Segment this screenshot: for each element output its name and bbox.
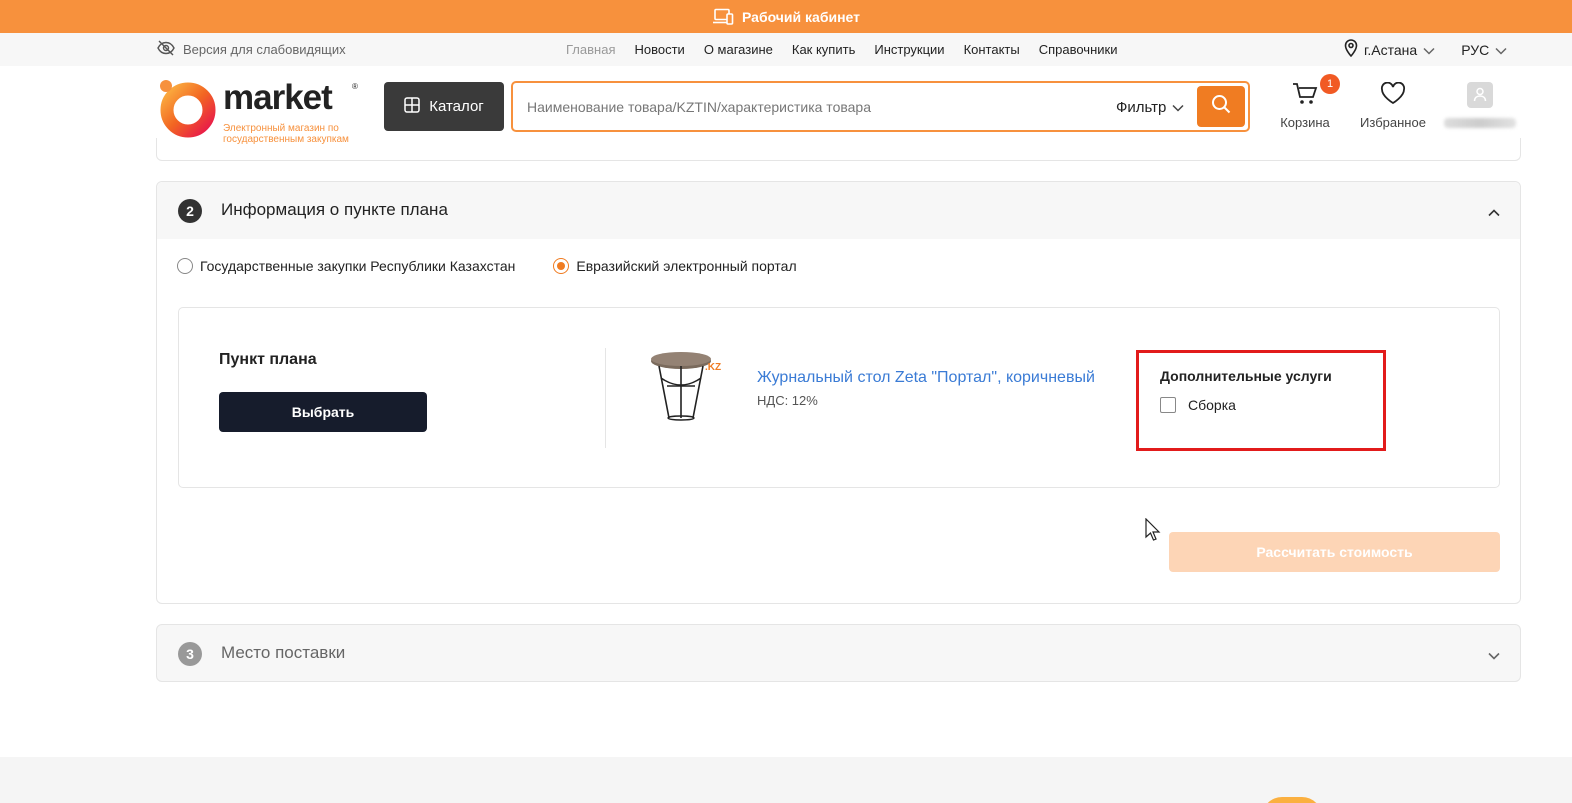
catalog-label: Каталог xyxy=(429,98,484,115)
procurement-source-radios: Государственные закупки Республики Казах… xyxy=(177,258,797,274)
cart-button[interactable]: 1 Корзина xyxy=(1279,74,1340,130)
additional-services-box: Дополнительные услуги Сборка xyxy=(1136,350,1386,451)
nav-home[interactable]: Главная xyxy=(566,42,615,57)
divider xyxy=(605,348,606,448)
footer xyxy=(0,757,1572,803)
eye-off-icon xyxy=(157,40,175,59)
radio-circle xyxy=(177,258,193,274)
section-title: Место поставки xyxy=(221,643,346,662)
section-title: Информация о пункте плана xyxy=(221,200,448,219)
user-icon xyxy=(1472,86,1488,105)
utility-bar: Версия для слабовидящих Главная Новости … xyxy=(0,33,1572,66)
grid-icon xyxy=(404,96,420,117)
filter-dropdown[interactable]: Фильтр xyxy=(1116,95,1184,119)
cart-label: Корзина xyxy=(1280,115,1330,130)
logo-text: market xyxy=(223,78,333,117)
nav-news[interactable]: Новости xyxy=(634,42,684,57)
chevron-down-icon xyxy=(1423,42,1435,58)
cart-icon xyxy=(1292,83,1318,109)
heart-icon xyxy=(1380,81,1406,109)
services-title: Дополнительные услуги xyxy=(1160,368,1332,384)
logo-registered: ® xyxy=(352,82,358,91)
checkbox[interactable] xyxy=(1160,397,1176,413)
chevron-down-icon[interactable] xyxy=(1488,647,1500,665)
section-number: 3 xyxy=(178,642,202,666)
nav-how-to-buy[interactable]: Как купить xyxy=(792,42,855,57)
search-input[interactable] xyxy=(527,95,1087,119)
mouse-cursor-icon xyxy=(1145,517,1161,547)
section-number: 2 xyxy=(178,199,202,223)
cabinet-bar[interactable]: Рабочий кабинет xyxy=(0,0,1572,33)
section-header[interactable]: 2 Информация о пункте плана xyxy=(157,182,1520,239)
delivery-place-section[interactable]: 3 Место поставки xyxy=(156,624,1521,682)
product-image[interactable]: .KZ xyxy=(647,348,727,428)
radio-gov-procurement[interactable]: Государственные закупки Республики Казах… xyxy=(177,258,515,274)
location-pin-icon xyxy=(1344,39,1358,60)
locale-controls: г.Астана РУС xyxy=(1344,33,1507,66)
radio-eurasian-portal[interactable]: Евразийский электронный портал xyxy=(553,258,797,274)
chevron-down-icon xyxy=(1172,99,1184,116)
nav-references[interactable]: Справочники xyxy=(1039,42,1118,57)
nav-about[interactable]: О магазине xyxy=(704,42,773,57)
chevron-down-icon xyxy=(1495,42,1507,58)
language-select[interactable]: РУС xyxy=(1461,42,1489,58)
filter-label: Фильтр xyxy=(1116,98,1167,116)
logo-ring-icon xyxy=(160,80,216,138)
radio-label: Государственные закупки Республики Казах… xyxy=(200,258,516,274)
search-icon xyxy=(1211,94,1231,119)
search-button[interactable] xyxy=(1197,86,1245,127)
favorites-button[interactable]: Избранное xyxy=(1356,81,1430,130)
service-label: Сборка xyxy=(1188,397,1236,413)
cabinet-label: Рабочий кабинет xyxy=(742,8,860,25)
nav-instructions[interactable]: Инструкции xyxy=(874,42,944,57)
radio-circle-selected xyxy=(553,258,570,274)
accessibility-link[interactable]: Версия для слабовидящих xyxy=(157,33,346,66)
product-badge: .KZ xyxy=(705,362,721,373)
city-select[interactable]: г.Астана xyxy=(1364,42,1417,58)
cart-count-badge: 1 xyxy=(1320,74,1340,94)
blurred-username xyxy=(1444,118,1516,128)
site-header: market ® Электронный магазин по государс… xyxy=(0,66,1572,147)
main-nav: Главная Новости О магазине Как купить Ин… xyxy=(566,33,1117,66)
product-vat: НДС: 12% xyxy=(757,393,818,408)
profile-button[interactable] xyxy=(1440,82,1520,128)
search-bar: Фильтр xyxy=(511,81,1250,132)
radio-label: Евразийский электронный портал xyxy=(576,258,797,274)
plan-item-label: Пункт плана xyxy=(219,351,317,368)
nav-contacts[interactable]: Контакты xyxy=(964,42,1020,57)
catalog-button[interactable]: Каталог xyxy=(384,82,504,131)
plan-item-card: Пункт плана Выбрать .KZ Журнальный стол … xyxy=(178,307,1500,488)
devices-icon xyxy=(712,8,734,26)
footer-logo-fragment xyxy=(1262,797,1322,803)
choose-button[interactable]: Выбрать xyxy=(219,392,427,432)
favorites-label: Избранное xyxy=(1360,115,1426,130)
product-name-link[interactable]: Журнальный стол Zeta "Портал", коричневы… xyxy=(757,369,1095,387)
market-logo[interactable]: market ® Электронный магазин по государс… xyxy=(157,78,367,145)
previous-section-card xyxy=(156,138,1521,161)
service-assembly-checkbox[interactable]: Сборка xyxy=(1160,397,1236,413)
chevron-up-icon[interactable] xyxy=(1488,204,1500,222)
accessibility-label: Версия для слабовидящих xyxy=(183,42,346,57)
calculate-cost-button[interactable]: Рассчитать стоимость xyxy=(1169,532,1500,572)
plan-item-section: 2 Информация о пункте плана Государствен… xyxy=(156,181,1521,604)
avatar xyxy=(1467,82,1493,108)
